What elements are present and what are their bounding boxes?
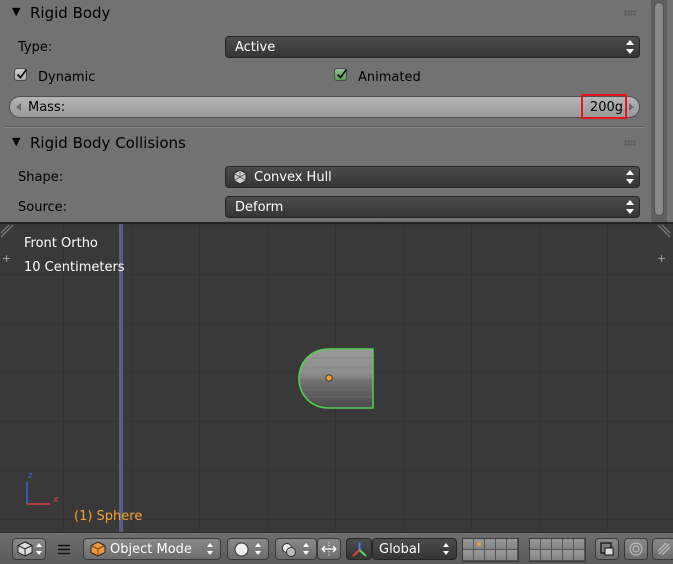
transform-orientation-dropdown[interactable]: Global — [372, 538, 457, 560]
layer-button[interactable] — [552, 550, 563, 561]
toolshelf-expand-icon[interactable]: + — [2, 253, 11, 264]
collapse-triangle-icon[interactable]: ▼ — [12, 135, 20, 148]
grid-scale: 10 Centimeters — [24, 260, 125, 275]
updown-arrow-icon — [443, 542, 450, 556]
view-name: Front Ortho — [24, 236, 98, 251]
updown-arrow-icon — [207, 542, 214, 556]
transform-axes-icon — [352, 542, 367, 557]
snap-magnet-icon — [657, 542, 671, 556]
manipulator-toggle[interactable] — [317, 538, 341, 560]
solid-shading-sphere-icon — [234, 542, 249, 557]
object-origin-icon — [325, 374, 333, 382]
transform-manipulator-button[interactable] — [346, 538, 372, 560]
area-split-corner-icon[interactable] — [657, 224, 671, 238]
collapse-triangle-icon[interactable]: ▼ — [12, 5, 20, 18]
updown-arrow-icon — [303, 542, 310, 556]
source-label: Source: — [18, 200, 68, 215]
snap-button[interactable] — [652, 538, 673, 560]
source-value: Deform — [235, 200, 284, 215]
area-divider[interactable] — [0, 222, 673, 224]
checkmark-icon — [336, 68, 348, 79]
layer-button[interactable] — [485, 550, 496, 561]
3d-view-cube-icon — [17, 541, 33, 557]
layer-button[interactable] — [474, 550, 485, 561]
manipulator-icon — [321, 542, 337, 556]
menu-hamburger-icon[interactable] — [57, 544, 71, 555]
rigid-body-title: Rigid Body — [30, 4, 111, 22]
updown-arrow-icon — [626, 169, 634, 185]
mode-dropdown[interactable]: Object Mode — [83, 538, 221, 560]
pivot-point-dropdown[interactable] — [275, 538, 317, 560]
updown-arrow-icon — [36, 542, 43, 556]
dynamic-checkbox[interactable] — [14, 68, 28, 81]
proportional-edit-icon — [629, 542, 643, 556]
active-object-name: (1) Sphere — [74, 509, 143, 524]
properties-scrollbar[interactable] — [651, 0, 667, 222]
shape-dropdown[interactable]: Convex Hull — [225, 166, 640, 188]
layer-button[interactable] — [463, 539, 474, 550]
drag-grip-icon[interactable] — [624, 140, 636, 146]
layer-lock-icon — [600, 542, 614, 556]
properties-expand-icon[interactable]: + — [657, 253, 666, 264]
layer-button[interactable] — [474, 539, 485, 550]
checkmark-icon — [16, 68, 28, 79]
decrement-arrow-icon[interactable] — [16, 103, 21, 111]
source-dropdown[interactable]: Deform — [225, 196, 640, 218]
layer-button[interactable] — [507, 539, 518, 550]
layer-button[interactable] — [541, 539, 552, 550]
editor-type-button[interactable] — [12, 538, 46, 560]
updown-arrow-icon — [626, 39, 634, 55]
layer-button[interactable] — [552, 539, 563, 550]
collisions-panel-header[interactable]: ▼ Rigid Body Collisions — [0, 130, 650, 156]
sphere-mesh-object[interactable] — [292, 342, 382, 414]
convex-hull-icon — [233, 169, 247, 185]
properties-panel: ▼ Rigid Body Type: Active Dynamic Animat… — [0, 0, 673, 222]
animated-checkbox[interactable] — [334, 68, 348, 81]
type-value: Active — [235, 40, 276, 55]
shape-label: Shape: — [18, 170, 64, 185]
axis-z-label: z — [28, 471, 33, 481]
layer-button[interactable] — [530, 539, 541, 550]
pivot-median-icon — [282, 543, 296, 557]
layer-button[interactable] — [496, 550, 507, 561]
layer-buttons-group-2[interactable] — [529, 538, 586, 562]
viewport-header: Object Mode Global — [0, 532, 673, 564]
layer-button[interactable] — [563, 550, 574, 561]
layer-button[interactable] — [574, 550, 585, 561]
rigid-body-panel-header[interactable]: ▼ Rigid Body — [0, 0, 650, 26]
area-split-corner-icon[interactable] — [0, 224, 14, 238]
layer-button[interactable] — [541, 550, 552, 561]
updown-arrow-icon — [255, 542, 262, 556]
layer-buttons-group-1[interactable] — [462, 538, 519, 562]
animated-label: Animated — [358, 70, 421, 85]
layer-button[interactable] — [563, 539, 574, 550]
shape-value: Convex Hull — [254, 170, 332, 185]
layer-button[interactable] — [507, 550, 518, 561]
mode-label: Object Mode — [110, 542, 192, 557]
layer-button[interactable] — [463, 550, 474, 561]
mass-label: Mass: — [28, 100, 66, 115]
drag-grip-icon[interactable] — [624, 10, 636, 16]
scrollbar-thumb[interactable] — [654, 2, 664, 216]
layer-button[interactable] — [530, 550, 541, 561]
type-label: Type: — [18, 40, 53, 55]
lock-camera-layers-button[interactable] — [595, 538, 619, 560]
axis-x-label: x — [53, 495, 59, 505]
layer-button[interactable] — [496, 539, 507, 550]
object-mode-cube-icon — [90, 541, 106, 557]
orientation-label: Global — [379, 542, 421, 557]
mass-field[interactable]: Mass: 200g — [9, 96, 640, 118]
layer-button[interactable] — [485, 539, 496, 550]
updown-arrow-icon — [626, 199, 634, 215]
collisions-title: Rigid Body Collisions — [30, 134, 186, 152]
mass-value-highlight — [581, 94, 627, 119]
proportional-editing-button[interactable] — [624, 538, 648, 560]
panel-separator — [4, 126, 646, 127]
viewport-shading-dropdown[interactable] — [227, 538, 269, 560]
increment-arrow-icon[interactable] — [629, 103, 634, 111]
dynamic-label: Dynamic — [38, 70, 96, 85]
layer-button[interactable] — [574, 539, 585, 550]
type-dropdown[interactable]: Active — [225, 36, 640, 58]
